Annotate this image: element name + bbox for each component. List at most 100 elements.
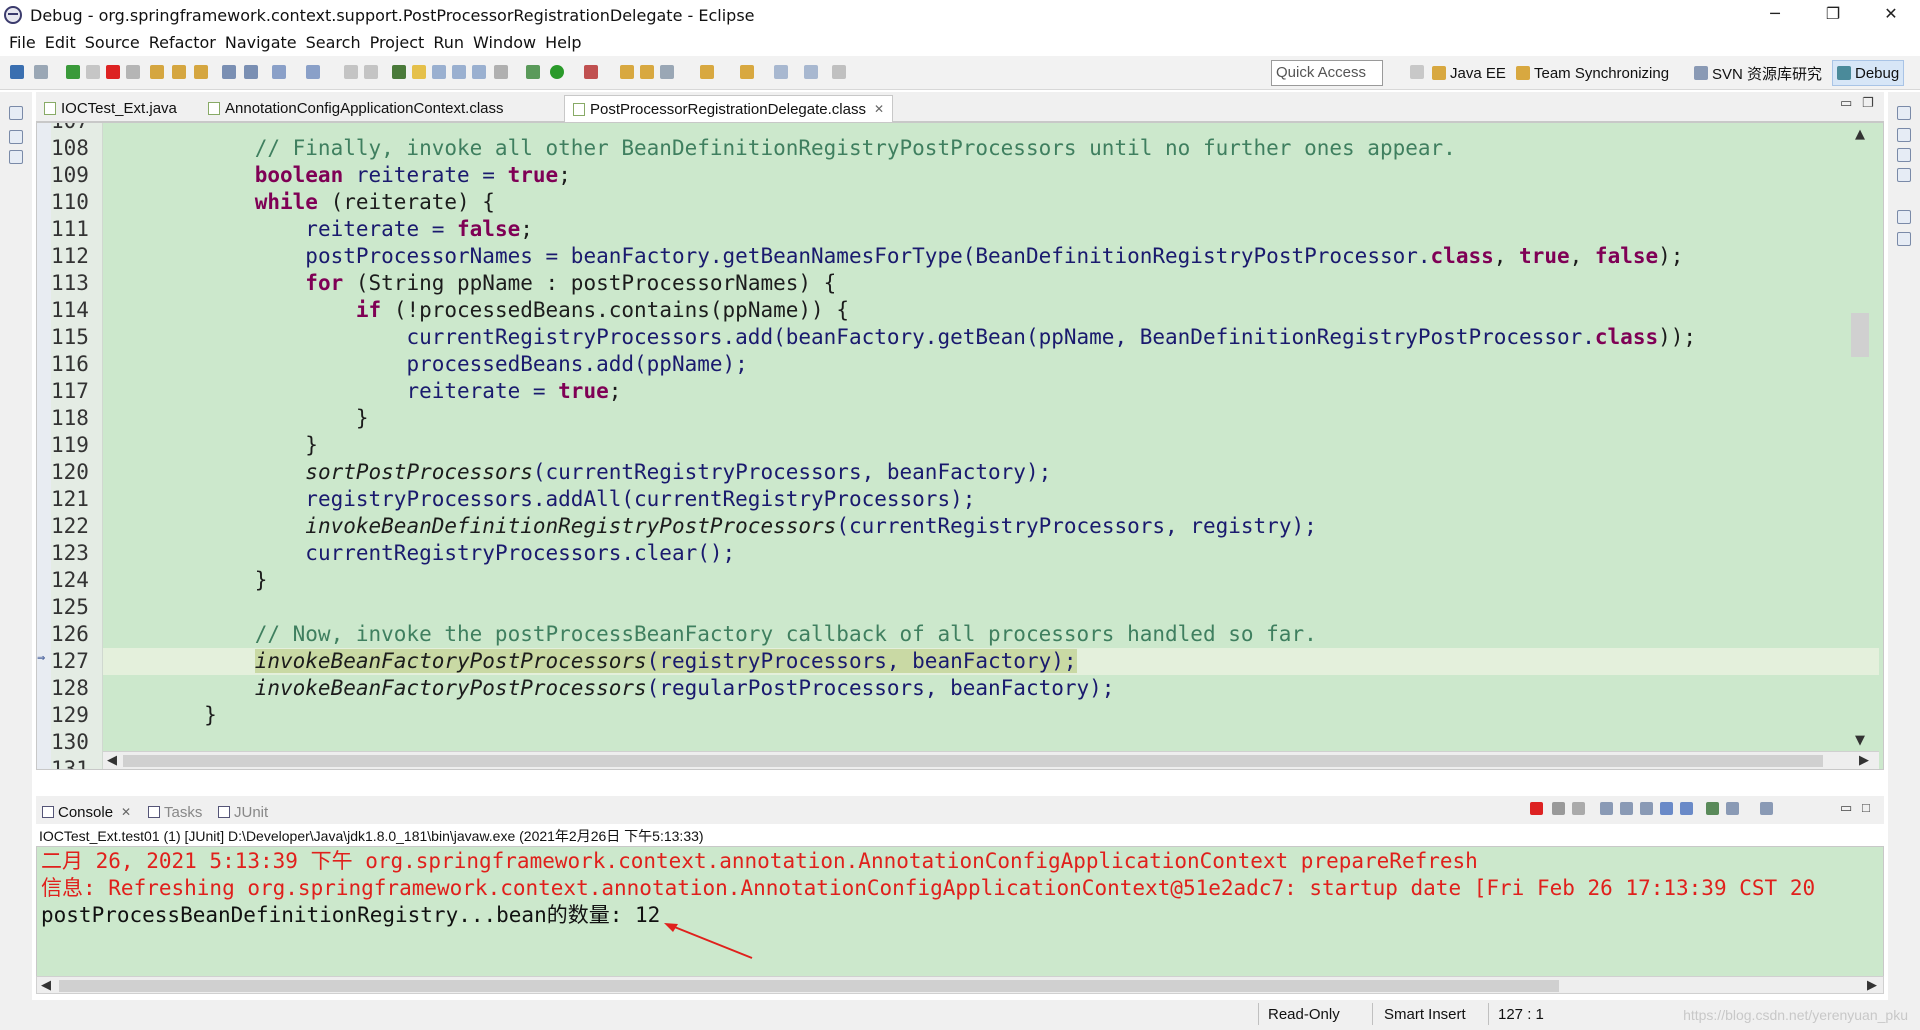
minimize-console-icon[interactable]: ▭ (1840, 800, 1852, 816)
editor-horizontal-scrollbar[interactable]: ◀ ▶ (103, 751, 1879, 769)
external-tools-icon[interactable] (584, 65, 598, 79)
show-whitespace-icon[interactable] (452, 65, 466, 79)
remove-launch-icon[interactable] (1552, 802, 1565, 815)
step-over-icon[interactable] (172, 65, 186, 79)
perspective-debug[interactable]: Debug (1832, 60, 1905, 86)
display-console-icon[interactable] (1726, 802, 1739, 815)
status-bar: Read-Only Smart Insert 127 : 1 https://b… (0, 1000, 1920, 1030)
line-number: 130 (51, 730, 89, 754)
annotation-nav-icon[interactable] (700, 65, 714, 79)
resume-icon[interactable] (66, 65, 80, 79)
open-type-icon[interactable] (306, 65, 320, 79)
forward-icon[interactable] (804, 65, 818, 79)
open-task-icon[interactable] (660, 65, 674, 79)
use-step-filters-icon[interactable] (244, 65, 258, 79)
print-icon[interactable] (344, 65, 358, 79)
restore-button[interactable]: ❐ (1804, 0, 1862, 30)
run-icon[interactable] (550, 65, 564, 79)
perspective-svn[interactable]: SVN 资源库研究 (1694, 60, 1822, 86)
show-on-stderr-icon[interactable] (1680, 802, 1693, 815)
show-on-stdout-icon[interactable] (1660, 802, 1673, 815)
line-number: 120 (51, 460, 89, 484)
minimize-editor-icon[interactable]: ▭ (1840, 96, 1852, 111)
tab-annotation-config-application-context[interactable]: AnnotationConfigApplicationContext.class (208, 95, 504, 122)
scrollbar-thumb[interactable] (59, 980, 1559, 992)
console-output[interactable]: 二月 26, 2021 5:13:39 下午 org.springframewo… (36, 846, 1884, 986)
disconnect-icon[interactable] (126, 65, 140, 79)
skip-breakpoints-icon[interactable] (34, 65, 48, 79)
vertical-scrollbar-thumb[interactable] (1851, 313, 1869, 357)
quick-access-input[interactable]: Quick Access (1271, 60, 1383, 86)
new-package-icon[interactable] (640, 65, 654, 79)
open-perspective-icon[interactable] (1410, 65, 1424, 79)
variables-view-icon[interactable] (1897, 128, 1911, 142)
servers-view-icon[interactable] (9, 150, 23, 164)
perspective-team-synchronizing[interactable]: Team Synchronizing (1516, 60, 1669, 86)
step-return-icon[interactable] (194, 65, 208, 79)
drop-to-frame-icon[interactable] (222, 65, 236, 79)
menu-project[interactable]: Project (370, 33, 425, 52)
scrollbar-thumb[interactable] (123, 755, 1823, 767)
console-horizontal-scrollbar[interactable]: ◀ ▶ (36, 976, 1884, 994)
menu-edit[interactable]: Edit (45, 33, 76, 52)
expressions-view-icon[interactable] (1897, 168, 1911, 182)
code-line: invokeBeanFactoryPostProcessors(regularP… (254, 676, 1115, 700)
debug-launch-icon[interactable] (526, 65, 540, 79)
scroll-right-icon[interactable]: ▶ (1859, 753, 1869, 768)
debug-settings-icon[interactable] (494, 65, 508, 79)
new-icon[interactable] (272, 65, 286, 79)
open-console-icon[interactable] (1760, 802, 1773, 815)
restore-view-icon[interactable] (9, 106, 23, 120)
terminate-icon[interactable] (1530, 802, 1543, 815)
last-edit-icon[interactable] (740, 65, 754, 79)
perspective-java-ee[interactable]: Java EE (1432, 60, 1506, 86)
terminate-icon[interactable] (106, 65, 120, 79)
menu-help[interactable]: Help (545, 33, 581, 52)
clear-console-icon[interactable] (1600, 802, 1613, 815)
scroll-down-icon[interactable]: ▼ (1855, 733, 1865, 748)
maximize-console-icon[interactable]: □ (1862, 800, 1870, 815)
word-wrap-icon[interactable] (472, 65, 486, 79)
pin-console-icon[interactable] (1706, 802, 1719, 815)
minimize-button[interactable]: ─ (1746, 0, 1804, 30)
back-icon[interactable] (774, 65, 788, 79)
outline-view-icon[interactable] (1897, 232, 1911, 246)
tab-junit[interactable]: JUnit (218, 801, 268, 823)
debug-view-icon[interactable] (9, 130, 23, 144)
close-tab-icon[interactable]: ✕ (121, 805, 131, 819)
menu-navigate[interactable]: Navigate (225, 33, 297, 52)
history-icon[interactable] (832, 65, 846, 79)
tab-ioctest-ext[interactable]: IOCTest_Ext.java (44, 95, 177, 122)
step-into-icon[interactable] (150, 65, 164, 79)
breakpoints-view-icon[interactable] (1897, 148, 1911, 162)
scroll-right-icon[interactable]: ▶ (1867, 978, 1877, 993)
remove-all-launches-icon[interactable] (1572, 802, 1585, 815)
menu-run[interactable]: Run (433, 33, 464, 52)
toggle-mark-icon[interactable] (392, 65, 406, 79)
scroll-up-icon[interactable]: ▲ (1855, 127, 1865, 142)
tab-post-processor-registration-delegate[interactable]: PostProcessorRegistrationDelegate.class … (564, 95, 894, 122)
scroll-left-icon[interactable]: ◀ (41, 978, 51, 993)
block-selection-icon[interactable] (432, 65, 446, 79)
code-editor[interactable]: ⇒ 107 108 109 110 111 112 113 114 115 11… (36, 122, 1884, 770)
word-wrap-icon[interactable] (1640, 802, 1653, 815)
menu-window[interactable]: Window (473, 33, 536, 52)
close-tab-icon[interactable]: ✕ (874, 102, 884, 116)
maximize-editor-icon[interactable]: ❐ (1862, 96, 1874, 111)
restore-view-icon[interactable] (1897, 210, 1911, 224)
suspend-icon[interactable] (86, 65, 100, 79)
close-button[interactable]: ✕ (1862, 0, 1920, 30)
new-java-project-icon[interactable] (620, 65, 634, 79)
scroll-lock-icon[interactable] (1620, 802, 1633, 815)
tab-console[interactable]: Console ✕ (42, 801, 131, 823)
menu-search[interactable]: Search (306, 33, 361, 52)
menu-source[interactable]: Source (85, 33, 140, 52)
save-icon[interactable] (10, 65, 24, 79)
highlight-icon[interactable] (412, 65, 426, 79)
menu-refactor[interactable]: Refactor (149, 33, 216, 52)
menu-file[interactable]: File (9, 33, 36, 52)
scroll-left-icon[interactable]: ◀ (107, 753, 117, 768)
tab-tasks[interactable]: Tasks (148, 801, 202, 823)
copy-icon[interactable] (364, 65, 378, 79)
restore-view-icon[interactable] (1897, 106, 1911, 120)
